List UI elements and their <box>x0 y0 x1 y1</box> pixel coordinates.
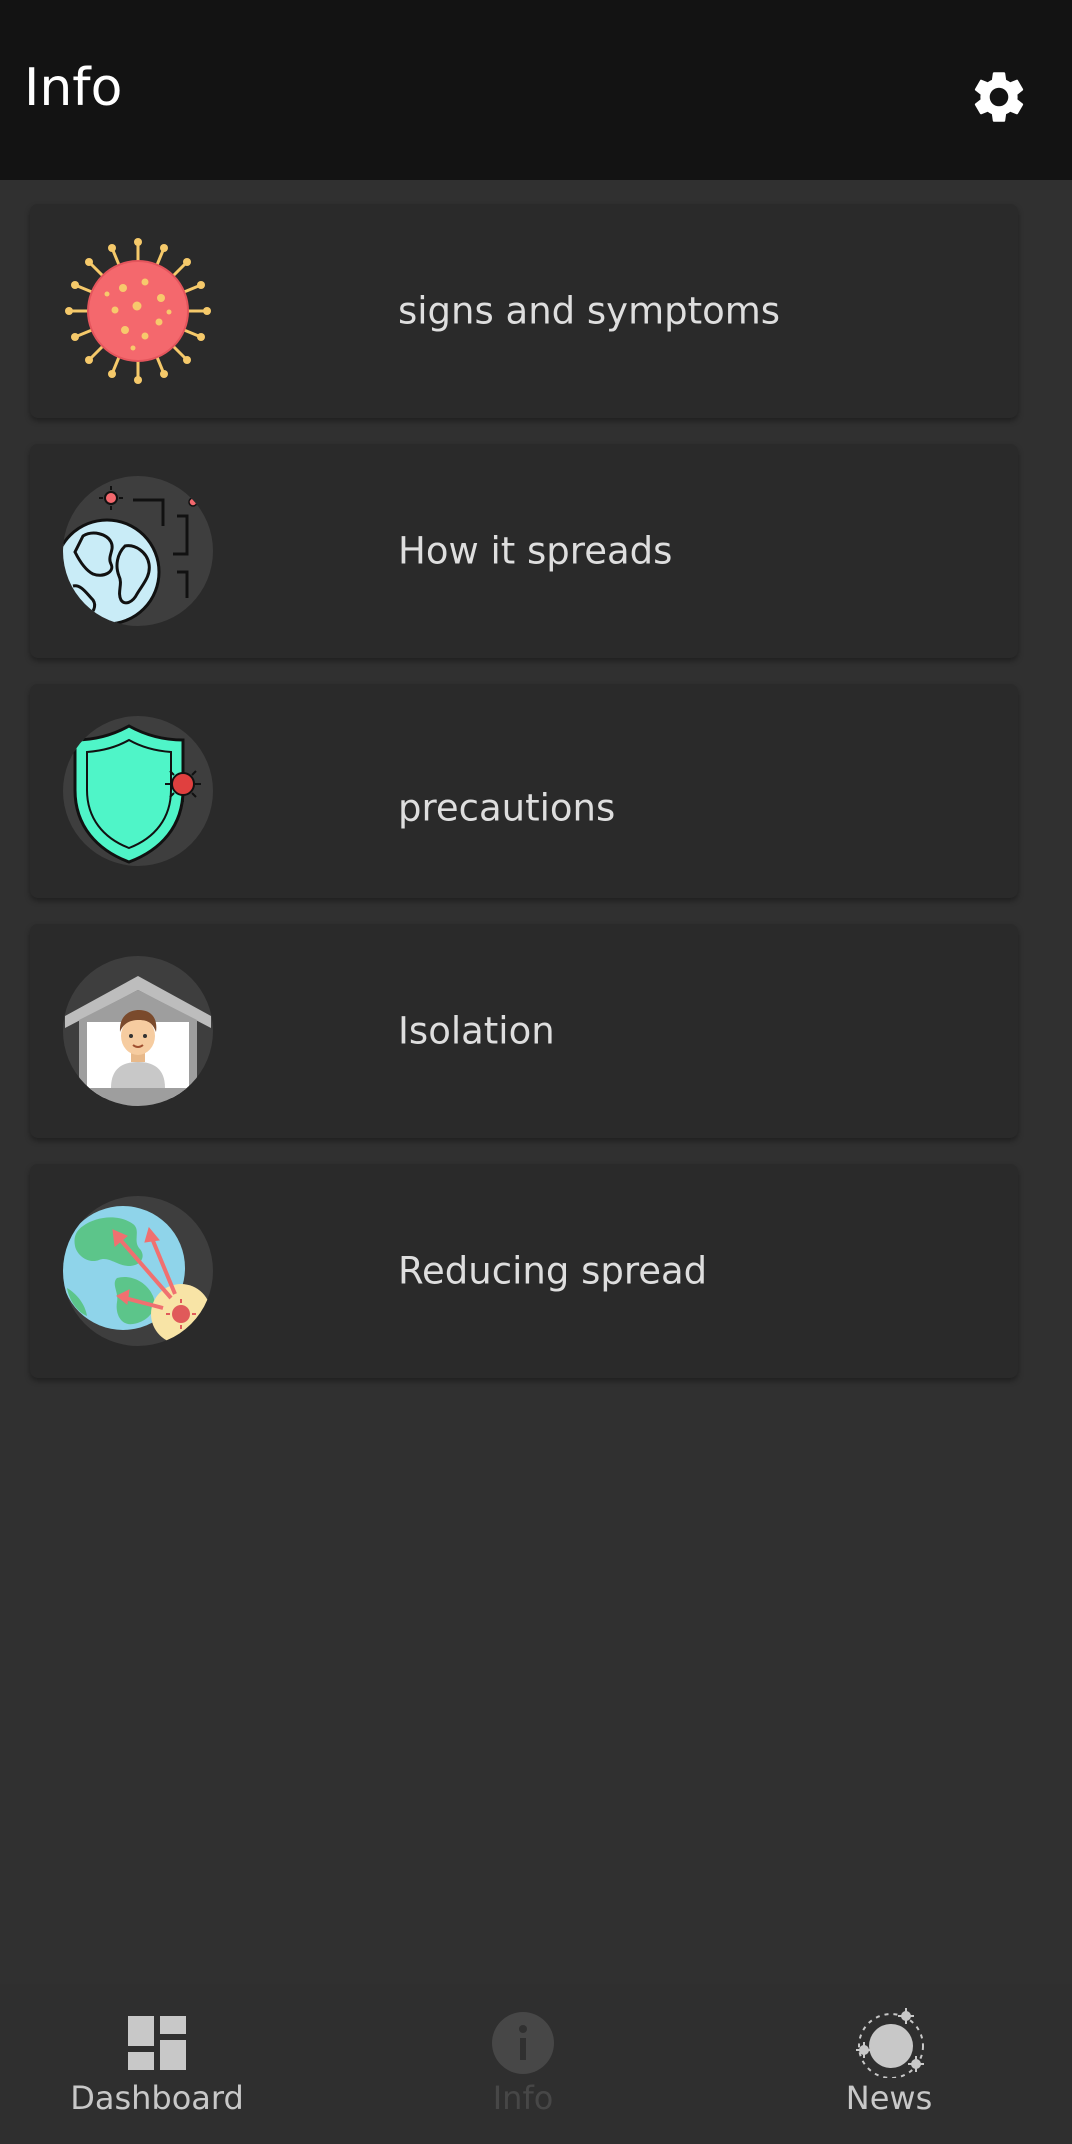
nav-label: Dashboard <box>70 2079 244 2117</box>
dashboard-icon <box>122 2008 192 2078</box>
card-label: Reducing spread <box>398 1249 708 1293</box>
globe-reduce-spread-icon <box>63 1196 213 1346</box>
bottom-navigation: Dashboard Info News <box>0 1984 1072 2144</box>
card-precautions[interactable]: precautions <box>30 684 1018 898</box>
app-bar: Info <box>0 0 1072 180</box>
nav-label: Info <box>492 2079 554 2117</box>
card-label: precautions <box>398 786 616 830</box>
card-label: signs and symptoms <box>398 289 781 333</box>
nav-item-dashboard[interactable]: Dashboard <box>32 1984 282 2144</box>
nav-item-news[interactable]: News <box>764 1984 1014 2144</box>
virus-icon <box>63 236 213 386</box>
nav-label: News <box>845 2079 933 2117</box>
card-signs-and-symptoms[interactable]: signs and symptoms <box>30 204 1018 418</box>
info-topic-list: signs and symptoms How it spreads precau… <box>30 204 1018 1404</box>
page-title: Info <box>24 58 123 118</box>
card-label: Isolation <box>398 1009 555 1053</box>
settings-button[interactable] <box>960 58 1038 136</box>
home-isolation-icon <box>63 956 213 1106</box>
card-label: How it spreads <box>398 529 673 573</box>
news-virus-icon <box>854 2008 924 2078</box>
shield-virus-icon <box>63 716 213 866</box>
gear-icon <box>974 72 1024 122</box>
info-icon <box>488 2008 558 2078</box>
globe-spread-icon <box>63 476 213 626</box>
nav-item-info[interactable]: Info <box>398 1984 648 2144</box>
card-how-it-spreads[interactable]: How it spreads <box>30 444 1018 658</box>
card-isolation[interactable]: Isolation <box>30 924 1018 1138</box>
card-reducing-spread[interactable]: Reducing spread <box>30 1164 1018 1378</box>
